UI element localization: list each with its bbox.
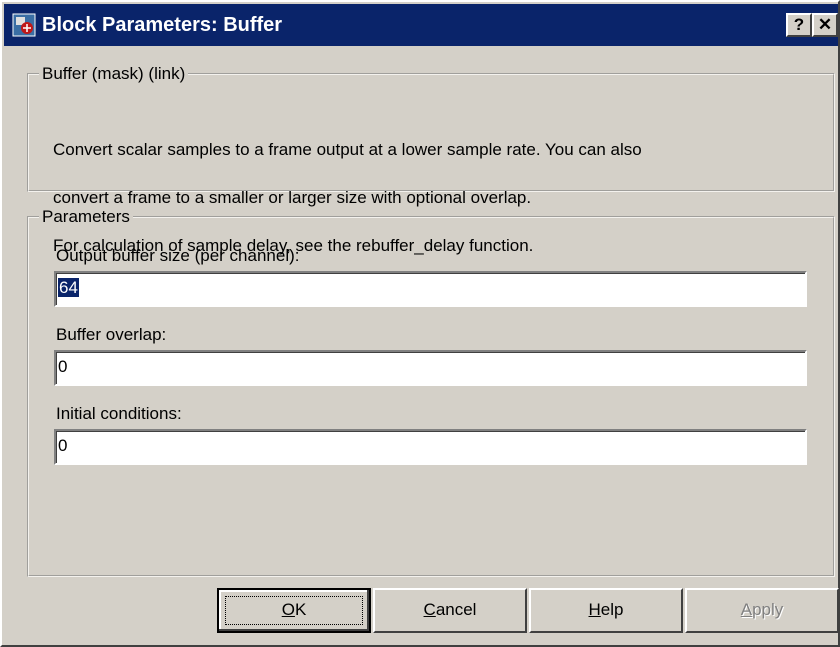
buffer-overlap-label: Buffer overlap:	[56, 325, 167, 344]
cancel-label-rest: ancel	[435, 600, 477, 619]
help-mnemonic: H	[588, 600, 601, 619]
help-label-rest: elp	[600, 600, 624, 619]
cancel-mnemonic: C	[423, 600, 436, 619]
help-title-button[interactable]: ?	[786, 13, 812, 37]
description-group: Buffer (mask) (link) Convert scalar samp…	[27, 64, 835, 255]
output-buffer-size-label: Output buffer size (per channel):	[56, 246, 300, 265]
simulink-block-icon	[12, 13, 36, 37]
description-line: Convert scalar samples to a frame output…	[53, 140, 642, 159]
apply-label-rest: pply	[752, 600, 784, 619]
close-button[interactable]: ✕	[812, 13, 838, 37]
window-title: Block Parameters: Buffer	[42, 14, 283, 36]
apply-button[interactable]: Apply	[685, 588, 839, 633]
initial-conditions-label: Initial conditions:	[56, 404, 182, 423]
apply-mnemonic: A	[740, 600, 753, 619]
description-legend: Buffer (mask) (link)	[42, 64, 186, 83]
selected-text: 64	[58, 278, 79, 297]
help-button[interactable]: Help	[529, 588, 683, 633]
focus-rectangle	[225, 596, 363, 625]
parameters-legend: Parameters	[42, 207, 130, 226]
dialog-window: Block Parameters: Buffer ? ✕ Buffer (mas…	[0, 0, 840, 647]
buffer-overlap-input[interactable]: 0	[54, 350, 807, 386]
initial-conditions-input[interactable]: 0	[54, 429, 807, 465]
output-buffer-size-input[interactable]: 64	[54, 271, 807, 307]
ok-button[interactable]: OK	[217, 588, 371, 633]
title-bar[interactable]: Block Parameters: Buffer ? ✕	[4, 4, 838, 46]
cancel-button[interactable]: Cancel	[373, 588, 527, 633]
